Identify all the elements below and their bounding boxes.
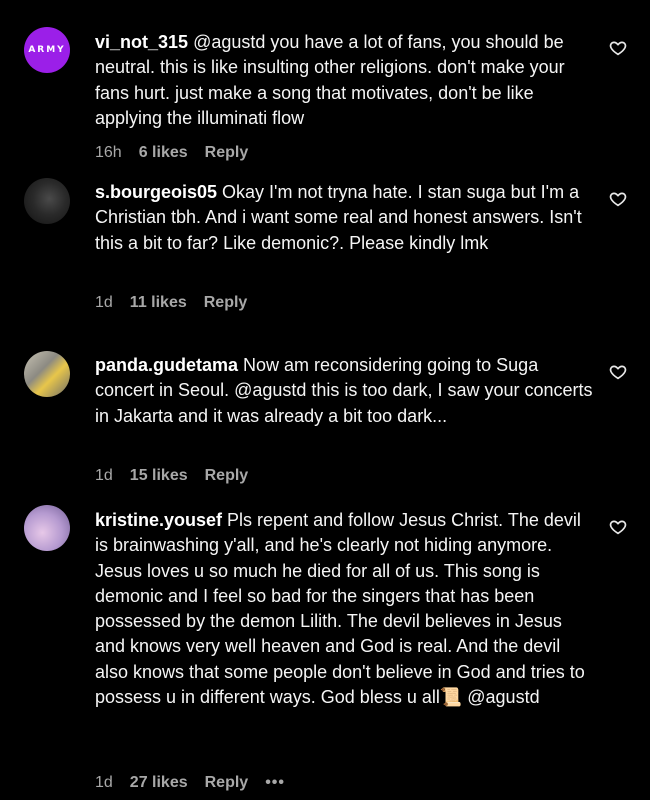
comment-timestamp: 1d <box>95 294 113 311</box>
heart-icon[interactable] <box>609 363 627 381</box>
heart-icon[interactable] <box>609 518 627 536</box>
reply-button[interactable]: Reply <box>204 294 248 312</box>
comment-body: s.bourgeois05 Okay I'm not tryna hate. I… <box>95 180 595 256</box>
comment-body: vi_not_315 @agustd you have a lot of fan… <box>95 30 595 131</box>
comment-username[interactable]: vi_not_315 <box>95 32 188 52</box>
reply-button[interactable]: Reply <box>205 774 249 792</box>
avatar-logo-text: ARMY <box>28 45 66 55</box>
comment-username[interactable]: s.bourgeois05 <box>95 182 217 202</box>
avatar[interactable] <box>24 505 70 551</box>
avatar[interactable] <box>24 178 70 224</box>
comment-text: Pls repent and follow Jesus Christ. The … <box>95 510 585 708</box>
avatar[interactable]: ARMY <box>24 27 70 73</box>
comment-body: kristine.yousef Pls repent and follow Je… <box>95 508 595 710</box>
reply-button[interactable]: Reply <box>205 144 249 162</box>
comment-meta: 1d 11 likes Reply <box>95 294 247 312</box>
comment-timestamp: 1d <box>95 774 113 791</box>
comment-likes-count[interactable]: 6 likes <box>139 144 188 162</box>
comment-username[interactable]: kristine.yousef <box>95 510 222 530</box>
comment-likes-count[interactable]: 11 likes <box>130 294 187 312</box>
comment-timestamp: 1d <box>95 467 113 484</box>
avatar[interactable] <box>24 351 70 397</box>
comment-meta: 16h 6 likes Reply <box>95 144 248 162</box>
comment-username[interactable]: panda.gudetama <box>95 355 238 375</box>
heart-icon[interactable] <box>609 39 627 57</box>
comment-meta: 1d 27 likes Reply ••• <box>95 774 285 792</box>
more-options-icon[interactable]: ••• <box>265 774 285 792</box>
reply-button[interactable]: Reply <box>205 467 249 485</box>
comment-likes-count[interactable]: 27 likes <box>130 774 188 792</box>
heart-icon[interactable] <box>609 190 627 208</box>
comment-meta: 1d 15 likes Reply <box>95 467 248 485</box>
comment-likes-count[interactable]: 15 likes <box>130 467 188 485</box>
comment-timestamp: 16h <box>95 144 122 161</box>
comment-body: panda.gudetama Now am reconsidering goin… <box>95 353 595 429</box>
